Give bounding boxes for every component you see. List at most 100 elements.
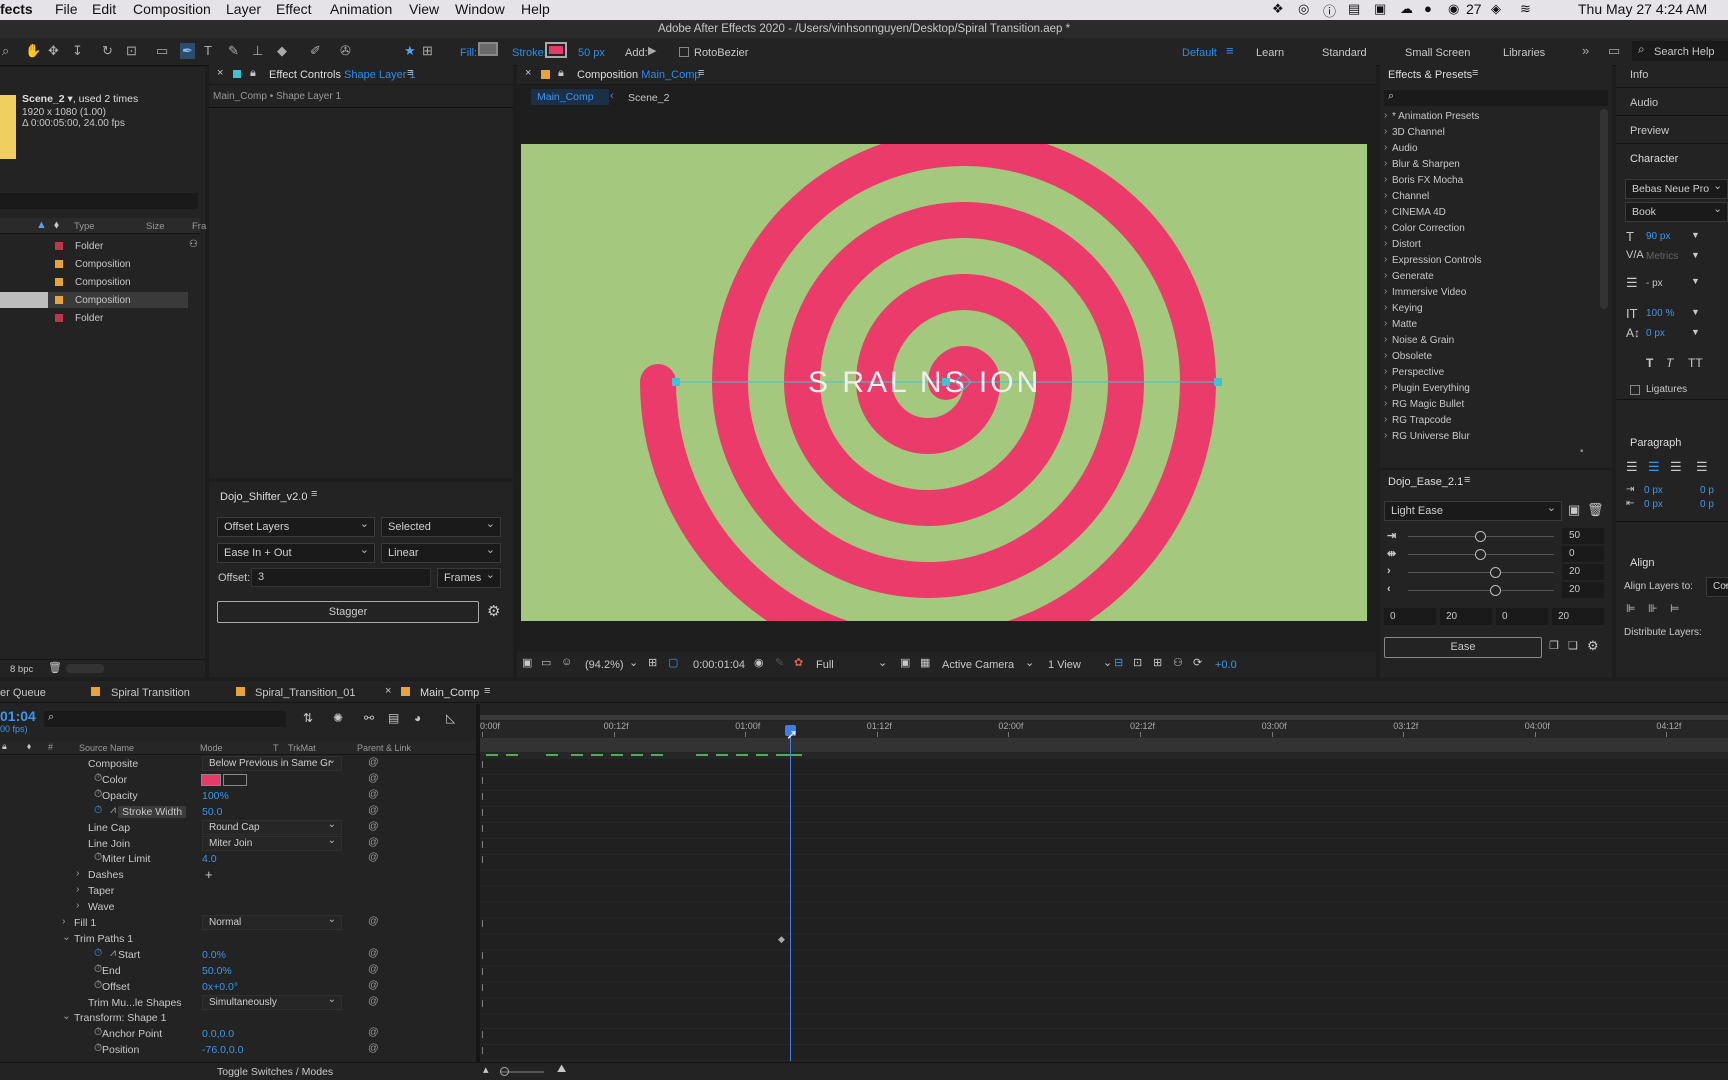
effects-category-item[interactable]: › Blur & Sharpen — [1384, 157, 1594, 173]
property-row[interactable]: ⏱ ⩘ Start 0.0% @ — [0, 947, 476, 963]
effects-category-item[interactable]: › Expression Controls — [1384, 253, 1594, 269]
stopwatch-icon[interactable]: ⏱ — [94, 947, 102, 960]
copy-icon[interactable]: ❐ — [1549, 639, 1559, 652]
hand-tool-icon[interactable]: ✋ — [25, 43, 41, 59]
property-row[interactable]: Trim Mu...le Shapes Simultaneously @ — [0, 993, 476, 1011]
gear-icon[interactable]: ⚙ — [487, 602, 500, 620]
draft-3d-icon[interactable]: ✺ — [333, 711, 343, 725]
cloud-icon[interactable]: ☁ — [1400, 1, 1413, 17]
keyframe-diamond[interactable]: ◆ — [778, 934, 785, 945]
brush-tool-icon[interactable]: ✎ — [228, 43, 239, 59]
property-row[interactable]: ⌄ Trim Paths 1 — [0, 931, 476, 947]
chevron-right-icon[interactable]: › — [76, 883, 80, 895]
ease-slider-thumb[interactable] — [1475, 531, 1486, 542]
ease-field[interactable]: 20 — [1552, 608, 1604, 625]
roto-brush-icon[interactable]: ✐ — [310, 43, 321, 59]
tab-info[interactable]: Info — [1630, 69, 1648, 81]
pickwhip-icon[interactable]: @ — [368, 851, 379, 863]
effects-category-item[interactable]: › Immersive Video — [1384, 285, 1594, 301]
graph-icon[interactable]: ⩘ — [110, 804, 116, 817]
add-dash-button[interactable]: + — [205, 867, 213, 882]
project-search[interactable] — [0, 193, 198, 209]
col-trkmat[interactable]: TrkMat — [288, 743, 316, 753]
property-row[interactable]: ⏱ Position -76.0,0.0 @ — [0, 1042, 476, 1058]
property-row[interactable]: › Wave — [0, 899, 476, 915]
property-dropdown[interactable]: Normal — [202, 913, 342, 930]
pickwhip-icon[interactable]: @ — [368, 804, 379, 816]
effects-category-item[interactable]: › 3D Channel — [1384, 125, 1594, 141]
project-item-row[interactable]: Folder ⚇ — [0, 237, 200, 255]
layer-bar[interactable] — [480, 738, 1728, 752]
graph-icon[interactable]: ⩘ — [110, 947, 116, 960]
property-dropdown[interactable]: Simultaneously — [202, 993, 342, 1010]
mask-icon[interactable]: ☺ — [561, 656, 572, 668]
snap-icon[interactable]: ⊞ — [422, 43, 433, 59]
pan-behind-tool-icon[interactable]: ⊡ — [126, 43, 137, 59]
property-value[interactable]: 50.0% — [202, 965, 232, 977]
col-t[interactable]: T — [273, 743, 279, 753]
ease-field[interactable]: 0 — [1496, 608, 1548, 625]
flowchart-icon[interactable]: ⚇ — [1173, 656, 1183, 669]
ease-slider-value[interactable]: 0 — [1562, 546, 1604, 562]
chevron-right-icon[interactable]: › — [76, 899, 80, 911]
wifi-icon[interactable]: ≋ — [1520, 1, 1531, 17]
pickwhip-icon[interactable]: @ — [368, 963, 379, 975]
ease-slider-track[interactable] — [1408, 590, 1554, 591]
crumb-scene-2[interactable]: Scene_2 — [628, 92, 669, 104]
property-value[interactable]: 100% — [202, 790, 229, 802]
tab-render-queue[interactable]: er Queue — [0, 687, 46, 699]
menu-help[interactable]: Help — [521, 1, 550, 17]
app-menu[interactable]: fects — [0, 1, 33, 17]
col-parent-link[interactable]: Parent & Link — [357, 743, 411, 753]
ease-slider-thumb[interactable] — [1490, 567, 1501, 578]
lock-icon[interactable]: 🔒︎ — [250, 67, 256, 80]
work-area-bar[interactable] — [480, 715, 1728, 720]
col-fr[interactable]: Fra — [192, 221, 206, 232]
tab-preview[interactable]: Preview — [1630, 125, 1669, 137]
workspace-learn[interactable]: Learn — [1256, 47, 1284, 59]
property-row[interactable]: Line Cap Round Cap @ — [0, 818, 476, 836]
bpc-label[interactable]: 8 bpc — [10, 664, 33, 675]
col-type[interactable]: Type — [74, 221, 95, 232]
pickwhip-icon[interactable]: @ — [368, 788, 379, 800]
tab-character[interactable]: Character — [1630, 153, 1678, 165]
dropdown-chevron-icon[interactable]: ⌄ — [629, 656, 638, 669]
shy-icon[interactable]: ⚯ — [364, 711, 374, 725]
chevron-down-icon[interactable]: ▼ — [1691, 230, 1700, 240]
menu-edit[interactable]: Edit — [92, 1, 116, 17]
ease-button[interactable]: Ease — [1384, 637, 1542, 658]
project-item-row[interactable]: Composition — [0, 255, 200, 273]
property-row[interactable]: Composite Below Previous in Same Gr @ — [0, 754, 476, 772]
effects-category-item[interactable]: › Noise & Grain — [1384, 333, 1594, 349]
rotobezier-checkbox[interactable] — [679, 47, 689, 57]
paste-icon[interactable]: ❑ — [1568, 639, 1578, 652]
camera-select[interactable]: Active Camera ⌄ — [942, 655, 1038, 674]
vertex-handle[interactable] — [1214, 378, 1222, 386]
panel-menu-icon[interactable]: ≡ — [407, 67, 413, 79]
stopwatch-icon[interactable]: ⏱ — [94, 772, 102, 785]
ligatures-checkbox[interactable] — [1630, 385, 1640, 395]
frame-blending-icon[interactable]: ▤ — [388, 711, 399, 725]
toggle-pixel-icon[interactable]: ⊟ — [1114, 656, 1123, 669]
property-row[interactable]: Line Join Miter Join @ — [0, 834, 476, 852]
type-tool-icon[interactable]: T — [204, 43, 212, 58]
menu-layer[interactable]: Layer — [226, 1, 261, 17]
effects-category-item[interactable]: › RG Trapcode — [1384, 413, 1594, 429]
effects-category-item[interactable]: › Keying — [1384, 301, 1594, 317]
monitor-icon[interactable]: ▭ — [541, 656, 551, 669]
panel-menu-icon[interactable]: ≡ — [698, 67, 704, 79]
workspace-menu-icon[interactable]: ≡ — [1226, 43, 1234, 58]
stroke-swatch[interactable] — [545, 42, 567, 58]
pickwhip-icon[interactable]: @ — [368, 1026, 379, 1038]
effects-category-item[interactable]: › Matte — [1384, 317, 1594, 333]
close-icon[interactable]: × — [525, 67, 531, 79]
project-item-row[interactable]: Composition — [0, 273, 200, 291]
all-caps-icon[interactable]: TT — [1688, 356, 1703, 370]
ease-preset-select[interactable]: Light Ease — [1384, 499, 1562, 521]
stroke-width[interactable]: 50 px — [578, 47, 605, 59]
nvidia-icon[interactable]: ◉ — [1448, 1, 1459, 17]
effects-category-item[interactable]: › Perspective — [1384, 365, 1594, 381]
comp-viewer[interactable]: S RAL NS ION — [521, 144, 1367, 621]
snapshot-icon[interactable]: ▣ — [522, 656, 532, 669]
font-size-value[interactable]: 90 px — [1646, 231, 1670, 242]
